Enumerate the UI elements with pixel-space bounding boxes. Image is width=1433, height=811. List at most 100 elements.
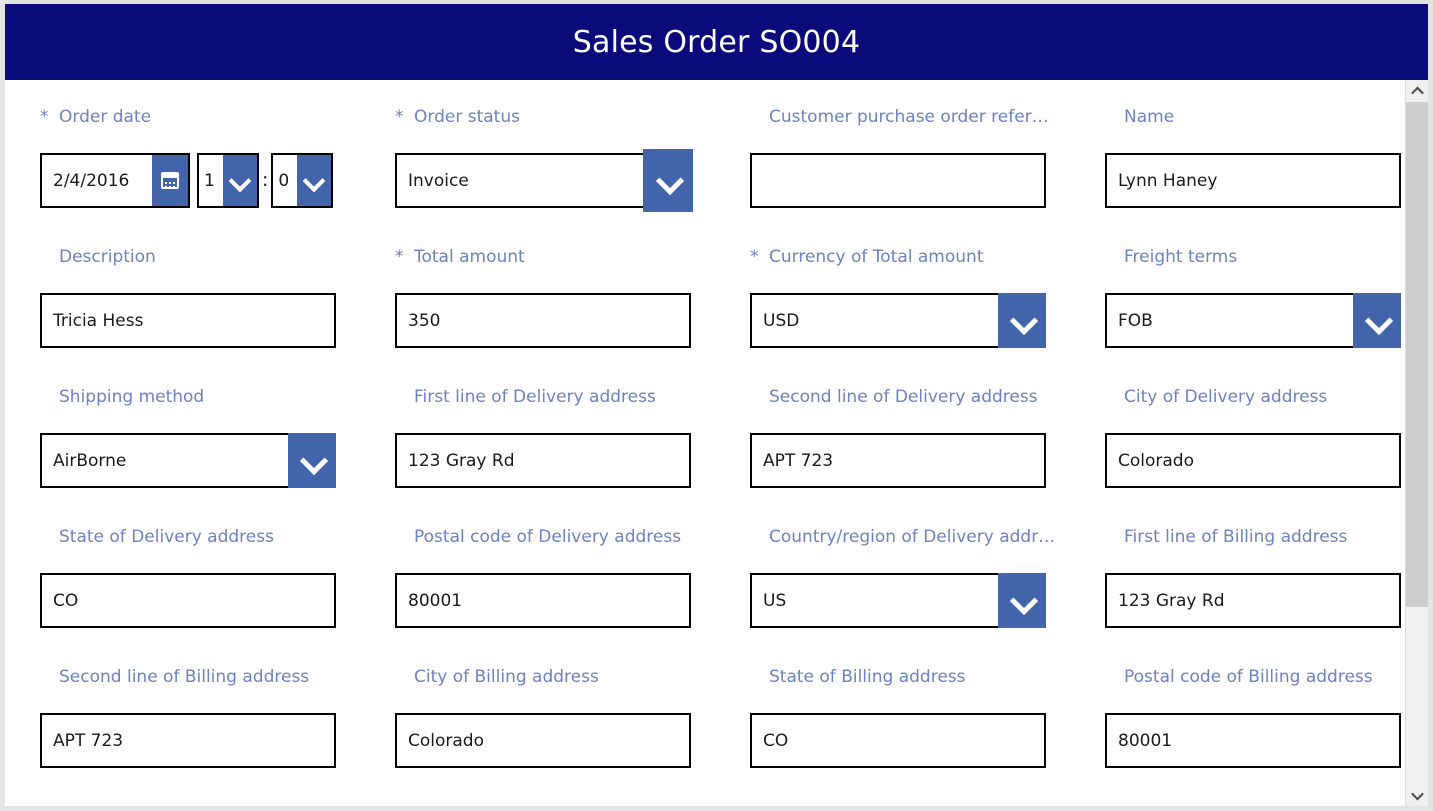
text-input[interactable]: Lynn Haney <box>1105 153 1401 208</box>
calendar-icon <box>161 172 179 189</box>
field-label-text: Postal code of Delivery address <box>414 527 682 547</box>
form-field: First line of Delivery address 123 Gray R… <box>395 386 750 526</box>
field-label: Postal code of Billing address <box>1105 666 1405 692</box>
field-control-row: US <box>750 573 1105 628</box>
field-control-row: AirBorne <box>40 433 395 488</box>
field-label-text: Total amount <box>414 247 525 267</box>
order-date-input[interactable]: 2/4/2016 <box>40 153 190 208</box>
form-field: Second line of Billing address APT 723 <box>40 666 395 806</box>
hour-dropdown-button[interactable] <box>223 155 257 206</box>
order-time-hour-input[interactable]: 1 <box>197 153 259 208</box>
field-label-text: Postal code of Billing address <box>1124 667 1373 687</box>
text-input[interactable]: CO <box>40 573 336 628</box>
text-input-value: 80001 <box>408 590 463 611</box>
vertical-scrollbar[interactable] <box>1405 80 1428 806</box>
field-control-row: FOB <box>1105 293 1405 348</box>
form-field: Customer purchase order refer… <box>750 106 1105 246</box>
text-input[interactable]: CO <box>750 713 1046 768</box>
text-input[interactable]: Colorado <box>1105 433 1401 488</box>
text-input[interactable]: 123 Gray Rd <box>395 433 691 488</box>
text-input[interactable]: APT 723 <box>750 433 1046 488</box>
field-label: Second line of Delivery address <box>750 386 1105 412</box>
chevron-down-icon <box>1012 595 1033 606</box>
text-input-value: 123 Gray Rd <box>408 450 515 471</box>
field-label: First line of Billing address <box>1105 526 1405 552</box>
field-label-text: Order date <box>59 107 152 127</box>
field-control-row: Invoice <box>395 149 750 212</box>
dropdown-toggle-button[interactable] <box>998 573 1046 628</box>
form-field: City of Billing address Colorado <box>395 666 750 806</box>
field-label-text: First line of Delivery address <box>414 387 656 407</box>
text-input-value: CO <box>53 590 79 611</box>
text-input-value: 80001 <box>1118 730 1173 751</box>
dropdown-toggle-button[interactable] <box>643 149 693 212</box>
text-input[interactable]: Colorado <box>395 713 691 768</box>
text-input[interactable]: 80001 <box>1105 713 1401 768</box>
scroll-down-button[interactable] <box>1406 784 1428 806</box>
field-control-row: USD <box>750 293 1105 348</box>
dropdown-toggle-button[interactable] <box>998 293 1046 348</box>
minute-dropdown-button[interactable] <box>297 155 332 206</box>
dropdown-select[interactable]: USD <box>750 293 1046 348</box>
text-input[interactable]: APT 723 <box>40 713 336 768</box>
field-label-text: Second line of Delivery address <box>769 387 1038 407</box>
field-control-row: 80001 <box>395 573 750 628</box>
field-label-text: Customer purchase order refer… <box>769 107 1049 127</box>
text-input-value: 350 <box>408 310 441 331</box>
field-label: Country/region of Delivery addr… <box>750 526 1105 552</box>
text-input-value: Tricia Hess <box>53 310 144 331</box>
chevron-down-icon <box>231 176 249 186</box>
field-label-text: Country/region of Delivery addr… <box>769 527 1056 547</box>
dropdown-select[interactable]: Invoice <box>395 149 693 212</box>
field-label-text: Shipping method <box>59 387 205 407</box>
form-field: Second line of Delivery address APT 723 <box>750 386 1105 526</box>
text-input[interactable] <box>750 153 1046 208</box>
text-input[interactable]: 80001 <box>395 573 691 628</box>
order-time-minute-input[interactable]: 0 <box>271 153 334 208</box>
text-input[interactable]: 350 <box>395 293 691 348</box>
scrollbar-track[interactable] <box>1406 102 1428 784</box>
field-label-text: Freight terms <box>1124 247 1238 267</box>
dropdown-select[interactable]: AirBorne <box>40 433 336 488</box>
field-label-text: State of Delivery address <box>59 527 274 547</box>
text-input[interactable]: Tricia Hess <box>40 293 336 348</box>
field-label-text: Order status <box>414 107 520 127</box>
form-field: First line of Billing address 123 Gray Rd <box>1105 526 1405 666</box>
field-control-row: CO <box>750 713 1105 768</box>
window-header: Sales Order SO004 <box>5 4 1428 80</box>
field-control-row: Colorado <box>395 713 750 768</box>
chevron-down-icon <box>1410 787 1424 800</box>
chevron-down-icon <box>1012 315 1033 326</box>
form-body: * Order date 2/4/2016 1:0 * Order status Invoi… <box>5 80 1428 806</box>
field-control-row: Tricia Hess <box>40 293 395 348</box>
page-title: Sales Order SO004 <box>572 24 861 60</box>
scroll-up-button[interactable] <box>1406 80 1428 102</box>
dropdown-select[interactable]: US <box>750 573 1046 628</box>
form-field: Shipping method AirBorne <box>40 386 395 526</box>
form-field: State of Billing address CO <box>750 666 1105 806</box>
dropdown-selected-value: AirBorne <box>53 450 127 471</box>
form-field: Postal code of Delivery address 80001 <box>395 526 750 666</box>
text-input-value: 123 Gray Rd <box>1118 590 1225 611</box>
dropdown-select[interactable]: FOB <box>1105 293 1401 348</box>
form-panel: * Order date 2/4/2016 1:0 * Order status Invoi… <box>5 80 1405 806</box>
calendar-picker-button[interactable] <box>152 155 188 206</box>
form-field: Postal code of Billing address 80001 <box>1105 666 1405 806</box>
dropdown-toggle-button[interactable] <box>1353 293 1401 348</box>
field-control-row: 123 Gray Rd <box>395 433 750 488</box>
field-label-text: First line of Billing address <box>1124 527 1348 547</box>
text-input-value: Colorado <box>1118 450 1194 471</box>
scrollbar-thumb[interactable] <box>1406 102 1428 607</box>
field-label: * Order date <box>40 106 395 132</box>
field-control-row: APT 723 <box>750 433 1105 488</box>
field-control-row: 350 <box>395 293 750 348</box>
field-label: Name <box>1105 106 1405 132</box>
dropdown-selected-value: Invoice <box>408 170 469 191</box>
form-field: * Currency of Total amount USD <box>750 246 1105 386</box>
text-input[interactable]: 123 Gray Rd <box>1105 573 1401 628</box>
field-label: Shipping method <box>40 386 395 412</box>
form-field: Freight terms FOB <box>1105 246 1405 386</box>
dropdown-toggle-button[interactable] <box>288 433 336 488</box>
form-field: Country/region of Delivery addr… US <box>750 526 1105 666</box>
order-time-hour-value: 1 <box>204 170 215 191</box>
